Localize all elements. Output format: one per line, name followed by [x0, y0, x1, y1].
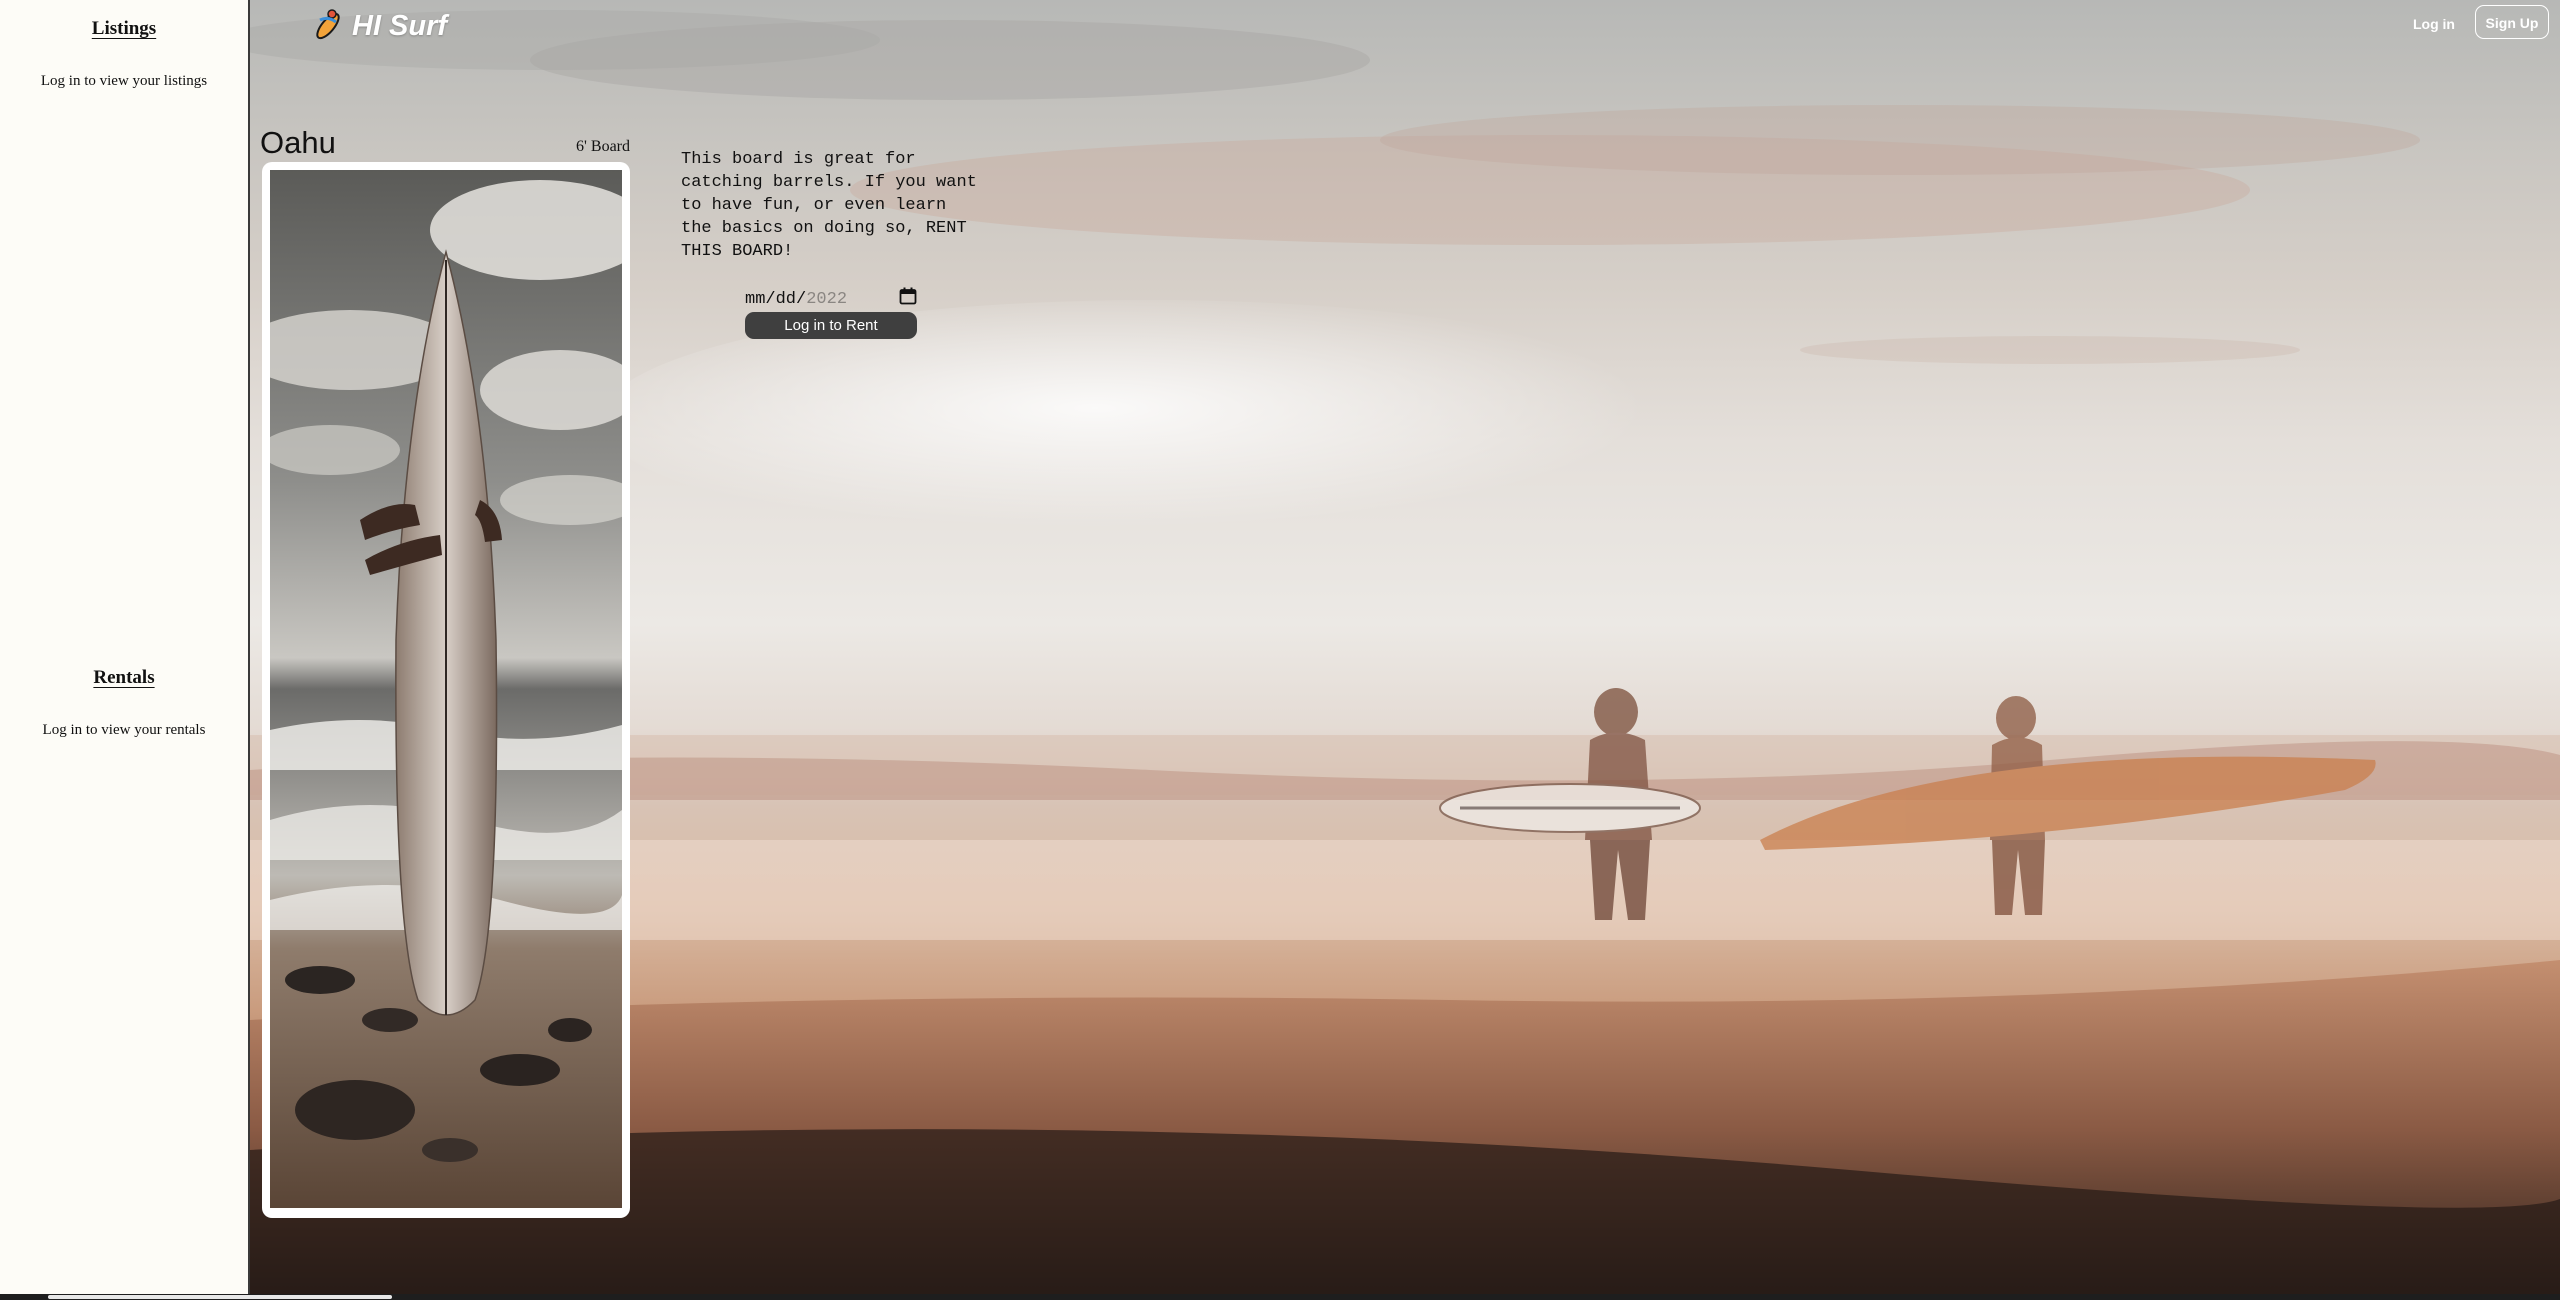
date-placeholder: mm/dd/: [745, 289, 807, 309]
date-value: mm/dd/2022: [745, 290, 847, 309]
listings-login-prompt: Log in to view your listings: [40, 73, 208, 89]
brand-title: HI Surf: [352, 9, 448, 42]
horizontal-scrollbar-thumb[interactable]: [48, 1295, 392, 1299]
rentals-login-prompt: Log in to view your rentals: [42, 722, 206, 738]
rental-date-input[interactable]: mm/dd/2022: [745, 284, 917, 314]
rentals-heading: Rentals: [93, 667, 155, 688]
listings-heading: Listings: [91, 18, 157, 39]
rent-button[interactable]: Log in to Rent: [745, 312, 917, 339]
calendar-icon[interactable]: [899, 287, 917, 311]
surfboard-photo: [270, 170, 622, 1208]
sidebar: Listings Log in to view your listings Re…: [0, 0, 250, 1294]
date-year: 2022: [806, 289, 848, 309]
surfer-logo-icon: [310, 6, 346, 47]
listing-location-title: Oahu: [260, 125, 336, 160]
board-size-label: 6' Board: [576, 138, 630, 155]
signup-button[interactable]: Sign Up: [2475, 5, 2549, 39]
brand-link[interactable]: HI Surf: [310, 8, 447, 44]
board-description: This board is great for catching barrels…: [681, 150, 977, 261]
login-link[interactable]: Log in: [2400, 9, 2468, 39]
